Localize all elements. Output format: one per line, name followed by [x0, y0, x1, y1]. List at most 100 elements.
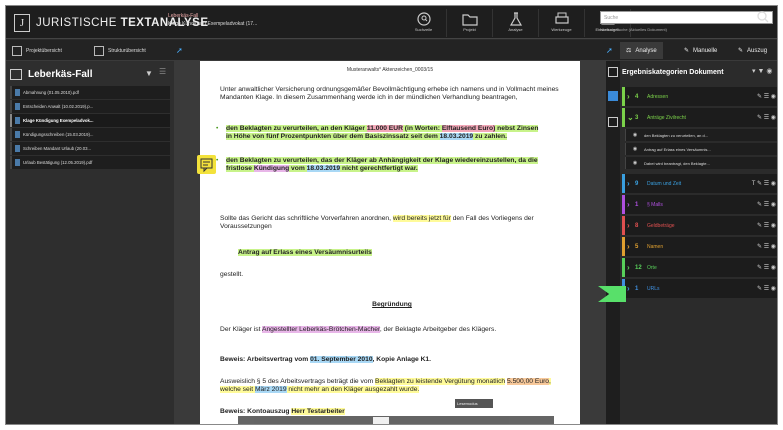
category-subitem[interactable]: ◉ Antrag auf Erlass eines Versäumnis...	[625, 143, 777, 155]
page-navigation-bar[interactable]	[238, 416, 554, 424]
chevron-right-icon: ›	[627, 242, 630, 251]
category-antraege[interactable]: ⌄ 3 Anträge Zivilrecht ✎ ☰ ◉	[622, 108, 777, 127]
pdf-icon	[15, 103, 20, 110]
file-item[interactable]: Abmahnung (01.05.2010).pdf	[10, 86, 170, 99]
tab-analyse[interactable]: ⚖ Analyse	[620, 42, 663, 59]
date-highlight: 18.03.2019	[439, 133, 474, 140]
left-panel: Leberkäs-Fall ▼ ☰ Abmahnung (01.05.2010)…	[6, 61, 174, 424]
category-datum[interactable]: › 9 Datum und Zeit T ✎ ☰ ◉	[622, 174, 777, 193]
button-label: Projektübersicht	[26, 47, 62, 54]
category-actions[interactable]: ✎ ☰ ◉	[751, 201, 777, 208]
doc-section-title: Begründung	[372, 301, 412, 308]
category-actions[interactable]: ✎ ☰ ◉	[751, 93, 777, 100]
category-namen[interactable]: › 5 Namen ✎ ☰ ◉	[622, 237, 777, 256]
strukturuebersicht-button[interactable]: Strukturübersicht	[94, 43, 146, 58]
search-icon[interactable]	[756, 10, 770, 24]
category-count: 12	[635, 264, 642, 271]
doc-header: Musteranwalts° Aktenzeichen_0003/15	[346, 67, 434, 73]
toolbar: Suchzeile Projekt Analyse Werkzeuge Eins…	[401, 9, 631, 37]
list-icon[interactable]	[608, 117, 618, 127]
eye-icon[interactable]: ◉	[626, 160, 644, 166]
file-item[interactable]: Kündigungsschreiben (15.03.2019)...	[10, 128, 170, 141]
top-bar: J JURISTISCHE TEXTANALYSE Leberkäs-Fall …	[6, 6, 777, 39]
file-name: Schreiben Mandant Urlaub (20.03...	[23, 146, 92, 151]
text-span: den Beklagten zu verurteilen, an den Klä…	[226, 125, 367, 132]
eye-icon[interactable]: ◉	[626, 146, 644, 152]
search-mode[interactable]: Normale Suche (Aktuelles Dokument)	[600, 27, 667, 32]
category-paragraphen[interactable]: › 1 § Malls ✎ ☰ ◉	[622, 195, 777, 214]
folder-icon	[461, 14, 478, 26]
pin-icon[interactable]: ➚	[176, 43, 183, 58]
chevron-right-icon: ›	[627, 179, 630, 188]
doc-gestellt: gestellt.	[220, 271, 244, 278]
filter-icon[interactable]: ▼	[145, 69, 153, 78]
amount-highlight: 5.500,00 Euro	[507, 378, 550, 385]
doc-para-2: Sollte das Gericht das schriftliche Vorv…	[220, 215, 564, 231]
category-actions[interactable]: ✎ ☰ ◉	[751, 243, 777, 250]
tab-label: Manuelle	[693, 47, 718, 54]
case-title-label: Leberkäs-Fall	[28, 68, 93, 80]
file-name: Kündigungsschreiben (15.03.2019)...	[23, 132, 94, 137]
categories-icon[interactable]	[608, 67, 618, 77]
category-actions[interactable]: T ✎ ☰ ◉	[751, 180, 777, 187]
results-actions[interactable]: ▾ ▼ ◉	[752, 67, 772, 75]
doc-beweis-1: Beweis: Arbeitsvertrag vom 01. September…	[220, 356, 564, 364]
file-info-doc: Klage Kündigung Exempeladvokat (17...	[168, 21, 258, 27]
category-subitem[interactable]: ◉ Dabei wird beantragt, den Beklagte...	[625, 157, 777, 169]
category-actions[interactable]: ✎ ☰ ◉	[751, 285, 777, 292]
category-subitem[interactable]: ◉ den Beklagten zu verurteilen, an d...	[625, 129, 777, 141]
category-adressen[interactable]: › 4 Adressen ✎ ☰ ◉	[622, 87, 777, 106]
pdf-icon	[15, 89, 20, 96]
projektuebersicht-button[interactable]: Projektübersicht	[12, 43, 62, 58]
category-orte[interactable]: › 12 Orte ✎ ☰ ◉	[622, 258, 777, 277]
note-icon[interactable]	[197, 155, 216, 174]
text-span: Beweis: Kontoauszug	[220, 408, 292, 415]
text-span: Der Kläger ist	[220, 326, 262, 333]
bullet-dot: •	[216, 157, 219, 164]
file-list: Abmahnung (01.05.2010).pdf Entscheiden A…	[10, 86, 170, 170]
page-number-input[interactable]	[373, 417, 389, 424]
tool-werkzeuge[interactable]: Werkzeuge	[539, 9, 585, 37]
category-count: 8	[635, 222, 639, 229]
date-highlight: März 2019	[254, 386, 287, 393]
file-info-case: Leberkäs-Fall	[168, 13, 199, 19]
category-actions[interactable]: ✎ ☰ ◉	[751, 222, 777, 229]
category-count: 3	[635, 114, 639, 121]
file-item[interactable]: Urlaub Bestätigung (12.05.2019).pdf	[10, 156, 170, 169]
tab-manuelle[interactable]: ✎ Manuelle	[678, 42, 723, 59]
category-label: Adressen	[647, 93, 669, 100]
pin-icon-right[interactable]: ➚	[606, 43, 613, 58]
amount-highlight: 11.000 EUR	[366, 125, 403, 132]
subitem-text: Antrag auf Erlass eines Versäumnis...	[644, 146, 711, 152]
search-input[interactable]: Suche	[600, 11, 773, 24]
chevron-right-icon: ›	[627, 263, 630, 272]
date-highlight: 01. September 2010	[310, 356, 373, 363]
file-item[interactable]: Entscheiden Anwalt (10.02.2019).p...	[10, 100, 170, 113]
category-count: 1	[635, 285, 639, 292]
category-actions[interactable]: ✎ ☰ ◉	[751, 264, 777, 271]
tool-projekt[interactable]: Projekt	[447, 9, 493, 37]
menu-icon[interactable]: ☰	[159, 67, 166, 76]
category-geldbetraege[interactable]: › 8 Geldbeträge ✎ ☰ ◉	[622, 216, 777, 235]
tool-label: Analyse	[508, 27, 523, 32]
tool-analyse[interactable]: Analyse	[493, 9, 539, 37]
tool-label: Werkzeuge	[551, 27, 572, 32]
app-window: J JURISTISCHE TEXTANALYSE Leberkäs-Fall …	[5, 5, 778, 425]
text-span: , der Beklagte Arbeitgeber des Klägers.	[379, 326, 497, 333]
category-count: 4	[635, 93, 639, 100]
doc-beweis-2: Beweis: Kontoauszug Herr Testarbeiter	[220, 408, 564, 416]
amount-highlight: Elftausend Euro)	[441, 125, 496, 132]
pdf-icon	[15, 131, 20, 138]
tab-auszug[interactable]: ✎ Auszug	[732, 42, 773, 59]
eye-icon[interactable]: ◉	[626, 132, 644, 138]
doc-antrag: Antrag auf Erlass eines Versäumnisurteil…	[238, 249, 580, 257]
name-highlight: Angestellter Leberkäs-Brötchen-Macher	[262, 326, 380, 333]
category-actions[interactable]: ✎ ☰ ◉	[751, 114, 777, 121]
tool-suchzeile[interactable]: Suchzeile	[401, 9, 447, 37]
folder-icon	[10, 68, 22, 80]
folder-icon	[12, 45, 22, 56]
file-item[interactable]: Schreiben Mandant Urlaub (20.03...	[10, 142, 170, 155]
category-urls[interactable]: › 1 URLs ✎ ☰ ◉	[622, 279, 777, 298]
document-icon[interactable]	[608, 91, 618, 101]
file-item-active[interactable]: Klage Kündigung Exempeladvok...	[10, 114, 170, 127]
